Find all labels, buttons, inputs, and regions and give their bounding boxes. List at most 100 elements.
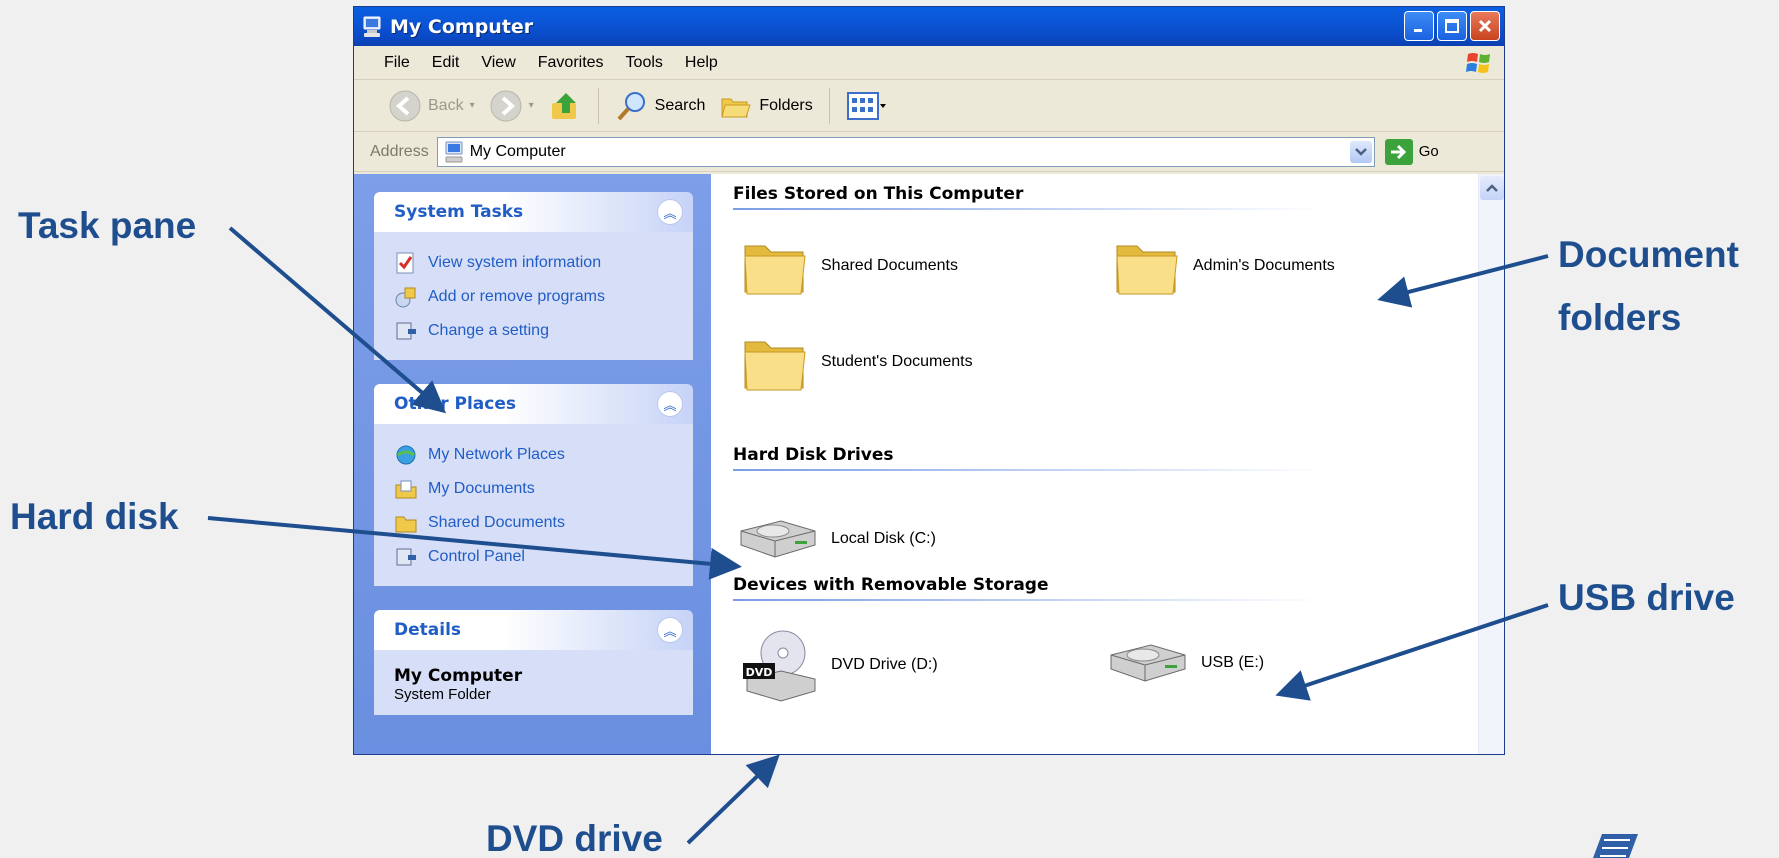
minimize-icon	[1414, 29, 1422, 32]
collapse-chevron-icon[interactable]: ︽	[657, 199, 683, 225]
back-button[interactable]: Back ▾	[384, 89, 479, 123]
place-label: Control Panel	[428, 548, 525, 565]
place-my-documents[interactable]: My Documents	[394, 472, 673, 506]
add-remove-programs-icon	[395, 287, 416, 308]
group-files-stored: Files Stored on This Computer	[733, 184, 1323, 210]
address-dropdown-button[interactable]	[1349, 140, 1372, 163]
menu-file[interactable]: File	[384, 54, 410, 72]
place-shared-documents[interactable]: Shared Documents	[394, 506, 673, 540]
callout-document-folders-line2: folders	[1558, 297, 1682, 338]
vertical-scrollbar[interactable]	[1478, 174, 1504, 754]
folder-shared-documents[interactable]: Shared Documents	[743, 236, 958, 296]
forward-button[interactable]: ▾	[485, 89, 538, 123]
views-button[interactable]	[842, 90, 890, 122]
chevron-up-icon	[1486, 184, 1498, 192]
close-icon	[1478, 19, 1492, 33]
back-dropdown-icon: ▾	[469, 100, 475, 111]
folder-icon	[744, 245, 806, 295]
address-label: Address	[370, 142, 429, 160]
system-tasks-title: System Tasks	[394, 202, 524, 222]
folder-admins-documents[interactable]: Admin's Documents	[1115, 236, 1335, 296]
maximize-button[interactable]	[1437, 11, 1467, 41]
menu-tools[interactable]: Tools	[626, 54, 663, 72]
my-documents-icon	[395, 480, 417, 499]
task-view-system-information[interactable]: View system information	[394, 246, 673, 280]
network-places-icon	[396, 445, 416, 465]
address-bar: Address My Computer Go	[354, 132, 1504, 172]
search-button[interactable]: Search	[611, 89, 710, 123]
folder-label: Shared Documents	[821, 257, 958, 274]
place-label: My Network Places	[428, 446, 565, 463]
toolbar: Back ▾ ▾ Search Folders	[354, 80, 1504, 132]
scroll-up-button[interactable]	[1480, 176, 1504, 200]
my-computer-small-icon	[445, 141, 463, 162]
drive-label: Local Disk (C:)	[831, 530, 936, 547]
callout-document-folders-line1: Document	[1558, 234, 1739, 275]
drive-dvd-d[interactable]: DVD DVD Drive (D:)	[741, 625, 938, 705]
title-bar[interactable]: My Computer	[354, 7, 1504, 46]
group-removable-storage: Devices with Removable Storage	[733, 575, 1323, 601]
task-label: Add or remove programs	[428, 288, 605, 305]
folder-icon	[1116, 245, 1178, 295]
folders-icon	[721, 98, 752, 117]
content-area: System Tasks ︽ View system information A…	[354, 174, 1504, 754]
address-value: My Computer	[469, 142, 566, 160]
window-title: My Computer	[390, 15, 534, 38]
drive-local-disk-c[interactable]: Local Disk (C:)	[737, 517, 936, 561]
corner-logo-icon	[1593, 834, 1638, 858]
place-control-panel[interactable]: Control Panel	[394, 540, 673, 574]
task-add-remove-programs[interactable]: Add or remove programs	[394, 280, 673, 314]
task-label: View system information	[428, 254, 602, 271]
minimize-button[interactable]	[1404, 11, 1434, 41]
up-folder-icon	[551, 92, 576, 119]
views-icon	[846, 91, 886, 120]
dvd-drive-icon: DVD	[743, 630, 816, 702]
back-arrow-icon	[389, 90, 421, 121]
folder-label: Admin's Documents	[1193, 257, 1335, 274]
callout-usb-drive: USB drive	[1558, 577, 1735, 618]
up-folder-button[interactable]	[544, 89, 586, 123]
place-label: Shared Documents	[428, 514, 565, 531]
drive-label: DVD Drive (D:)	[831, 656, 938, 673]
task-change-setting[interactable]: Change a setting	[394, 314, 673, 348]
my-computer-window: My Computer File Edit View Favorites Too…	[353, 6, 1505, 755]
folders-label: Folders	[759, 96, 813, 114]
folders-button[interactable]: Folders	[715, 89, 816, 123]
task-label: Change a setting	[428, 322, 549, 339]
callout-hard-disk: Hard disk	[10, 496, 179, 537]
group-hard-disk-drives: Hard Disk Drives	[733, 445, 1323, 471]
dvd-badge: DVD	[746, 666, 773, 679]
usb-drive-icon	[1110, 644, 1186, 682]
go-button[interactable]: Go	[1384, 138, 1439, 165]
details-title: Details	[394, 620, 462, 640]
system-tasks-header[interactable]: System Tasks ︽	[374, 192, 693, 232]
my-computer-icon	[363, 16, 381, 37]
other-places-header[interactable]: Other Places ︽	[374, 384, 693, 424]
arrow-dvd-drive	[686, 754, 780, 845]
details-header[interactable]: Details ︽	[374, 610, 693, 650]
other-places-title: Other Places	[394, 394, 516, 414]
menu-edit[interactable]: Edit	[432, 54, 460, 72]
drive-usb-e[interactable]: USB (E:)	[1107, 641, 1264, 685]
menu-bar: File Edit View Favorites Tools Help	[354, 46, 1504, 80]
control-panel-icon	[396, 322, 416, 340]
address-field[interactable]: My Computer	[436, 136, 1375, 167]
toolbar-separator	[597, 87, 599, 124]
menu-help[interactable]: Help	[685, 54, 718, 72]
hard-disk-icon	[740, 520, 816, 558]
close-button[interactable]	[1470, 11, 1500, 41]
maximize-icon	[1445, 19, 1459, 33]
menu-favorites[interactable]: Favorites	[538, 54, 604, 72]
place-label: My Documents	[428, 480, 535, 497]
callout-task-pane: Task pane	[18, 205, 197, 246]
menu-view[interactable]: View	[481, 54, 515, 72]
control-panel-icon	[396, 548, 416, 566]
collapse-chevron-icon[interactable]: ︽	[657, 617, 683, 643]
callout-dvd-drive: DVD drive	[486, 818, 663, 858]
main-view: Files Stored on This Computer Shared Doc…	[711, 174, 1504, 754]
back-label: Back	[428, 96, 464, 114]
place-my-network-places[interactable]: My Network Places	[394, 438, 673, 472]
toolbar-separator	[828, 87, 830, 124]
collapse-chevron-icon[interactable]: ︽	[657, 391, 683, 417]
folder-students-documents[interactable]: Student's Documents	[743, 332, 973, 392]
